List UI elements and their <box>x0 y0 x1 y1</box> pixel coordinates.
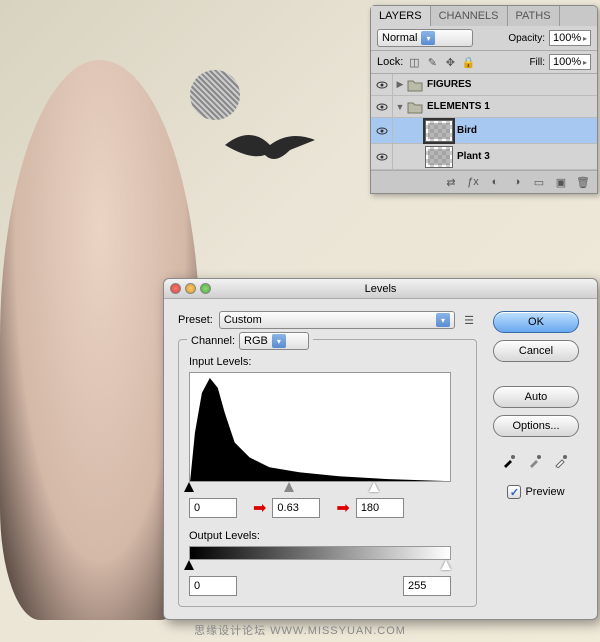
preset-select[interactable]: Custom ▾ <box>219 311 455 329</box>
dropdown-arrow-icon: ▾ <box>272 334 286 348</box>
hatched-circle <box>190 70 240 120</box>
ok-button[interactable]: OK <box>493 311 579 333</box>
input-levels-label: Input Levels: <box>189 356 466 368</box>
input-gamma-field[interactable] <box>272 498 320 518</box>
white-eyedropper-icon[interactable] <box>552 450 572 470</box>
expand-toggle[interactable]: ▶ <box>393 79 407 90</box>
preset-value: Custom <box>224 314 262 326</box>
group-figures[interactable]: ▶ FIGURES <box>371 74 597 96</box>
gray-eyedropper-icon[interactable] <box>526 450 546 470</box>
visibility-toggle[interactable] <box>371 144 393 169</box>
group-name: ELEMENTS 1 <box>427 101 490 112</box>
dropdown-arrow-icon: ▾ <box>436 313 450 327</box>
panel-tabs: LAYERS CHANNELS PATHS <box>371 6 597 26</box>
output-white-handle[interactable] <box>441 560 451 570</box>
minimize-icon[interactable] <box>185 283 196 294</box>
output-white-field[interactable] <box>403 576 451 596</box>
layer-thumbnail[interactable] <box>425 120 453 142</box>
trash-icon[interactable]: 🗑 <box>573 174 593 190</box>
layer-thumbnail[interactable] <box>425 146 453 168</box>
folder-icon <box>407 78 423 92</box>
lock-label: Lock: <box>377 56 403 68</box>
opacity-input[interactable]: 100%▸ <box>549 30 591 46</box>
channel-select[interactable]: RGB ▾ <box>239 332 309 350</box>
levels-dialog: Levels Preset: Custom ▾ ☰ Channel: RGB ▾ <box>163 278 598 620</box>
red-arrow-icon: ➡ <box>336 498 349 518</box>
preset-menu-icon[interactable]: ☰ <box>461 312 477 328</box>
group-elements1[interactable]: ▼ ELEMENTS 1 <box>371 96 597 118</box>
lock-brush-icon[interactable]: ✎ <box>425 55 439 69</box>
dialog-title: Levels <box>365 283 397 295</box>
preview-checkbox[interactable]: ✓ <box>507 485 521 499</box>
histogram <box>189 372 451 482</box>
layer-plant3[interactable]: Plant 3 <box>371 144 597 170</box>
adjustment-icon[interactable]: ◑ <box>507 174 527 190</box>
dropdown-arrow-icon: ▾ <box>421 31 435 45</box>
layers-panel: LAYERS CHANNELS PATHS Normal ▾ Opacity: … <box>370 5 598 194</box>
tab-layers[interactable]: LAYERS <box>371 6 431 26</box>
lock-move-icon[interactable]: ✥ <box>443 55 457 69</box>
lock-transparency-icon[interactable]: ◫ <box>407 55 421 69</box>
output-slider[interactable] <box>189 560 451 572</box>
channel-label: Channel: <box>191 335 235 347</box>
zoom-icon[interactable] <box>200 283 211 294</box>
output-black-field[interactable] <box>189 576 237 596</box>
fill-label: Fill: <box>529 57 545 68</box>
input-white-field[interactable] <box>356 498 404 518</box>
new-layer-icon[interactable]: ▣ <box>551 174 571 190</box>
preset-label: Preset: <box>178 314 213 326</box>
close-icon[interactable] <box>170 283 181 294</box>
visibility-toggle[interactable] <box>371 96 393 117</box>
fill-input[interactable]: 100%▸ <box>549 54 591 70</box>
bird-illustration <box>220 120 320 180</box>
auto-button[interactable]: Auto <box>493 386 579 408</box>
cancel-button[interactable]: Cancel <box>493 340 579 362</box>
expand-toggle[interactable]: ▼ <box>393 102 407 112</box>
folder-icon <box>407 100 423 114</box>
mask-icon[interactable]: ◐ <box>485 174 505 190</box>
layer-name: Plant 3 <box>457 151 490 162</box>
fx-icon[interactable]: ƒx <box>463 174 483 190</box>
channel-value: RGB <box>244 335 268 347</box>
panel-footer: ⇄ ƒx ◐ ◑ ▭ ▣ 🗑 <box>371 170 597 193</box>
fill-value: 100% <box>553 56 581 68</box>
window-controls <box>170 283 211 294</box>
channel-fieldset: Channel: RGB ▾ Input Levels: <box>178 339 477 607</box>
tab-channels[interactable]: CHANNELS <box>431 6 508 26</box>
output-levels-label: Output Levels: <box>189 530 466 542</box>
lock-all-icon[interactable]: 🔒 <box>461 55 475 69</box>
opacity-label: Opacity: <box>508 33 545 44</box>
chevron-right-icon: ▸ <box>583 34 587 43</box>
input-slider[interactable] <box>189 482 451 494</box>
layer-name: Bird <box>457 125 477 136</box>
chevron-right-icon: ▸ <box>583 58 587 67</box>
watermark-text: 思缘设计论坛 WWW.MISSYUAN.COM <box>194 622 406 638</box>
options-button[interactable]: Options... <box>493 415 579 437</box>
group-name: FIGURES <box>427 79 471 90</box>
visibility-toggle[interactable] <box>371 118 393 143</box>
tab-paths[interactable]: PATHS <box>508 6 560 26</box>
eyedropper-group <box>500 450 572 470</box>
opacity-value: 100% <box>553 32 581 44</box>
blend-mode-select[interactable]: Normal ▾ <box>377 29 473 47</box>
red-arrow-icon: ➡ <box>253 498 266 518</box>
gamma-handle[interactable] <box>284 482 294 492</box>
group-icon[interactable]: ▭ <box>529 174 549 190</box>
output-gradient <box>189 546 451 560</box>
output-black-handle[interactable] <box>184 560 194 570</box>
white-point-handle[interactable] <box>369 482 379 492</box>
visibility-toggle[interactable] <box>371 74 393 95</box>
link-layers-icon[interactable]: ⇄ <box>441 174 461 190</box>
preview-label: Preview <box>525 486 564 498</box>
layer-list: ▶ FIGURES ▼ ELEMENTS 1 Bird Plant 3 <box>371 74 597 170</box>
black-point-handle[interactable] <box>184 482 194 492</box>
dialog-titlebar[interactable]: Levels <box>164 279 597 299</box>
blend-mode-value: Normal <box>382 32 417 44</box>
layer-bird[interactable]: Bird <box>371 118 597 144</box>
input-black-field[interactable] <box>189 498 237 518</box>
black-eyedropper-icon[interactable] <box>500 450 520 470</box>
